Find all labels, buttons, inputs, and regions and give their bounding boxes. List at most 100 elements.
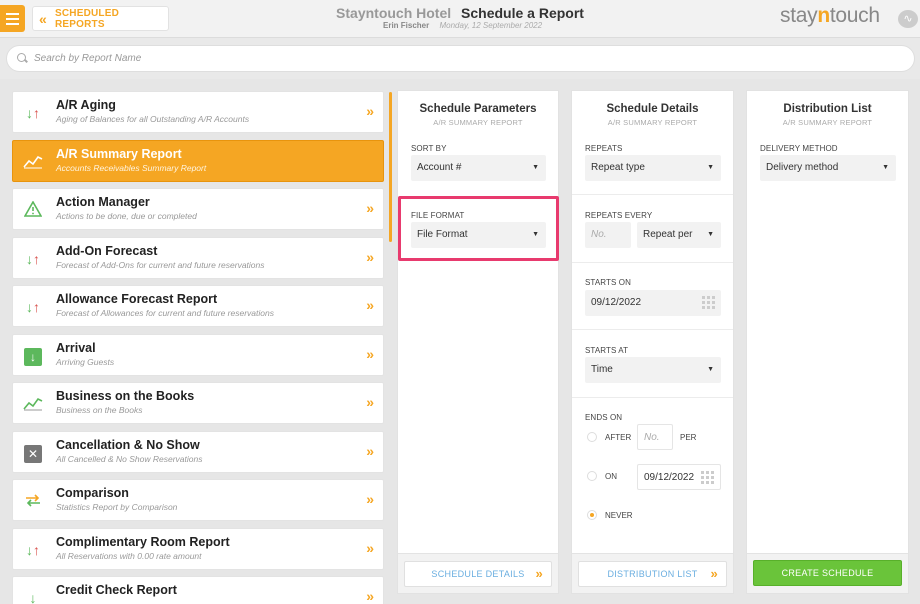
trend-chart-icon: [23, 153, 43, 171]
caret-down-icon: ▼: [707, 164, 714, 171]
double-chevron-right-icon: »: [366, 297, 374, 313]
ends-on-date-input[interactable]: 09/12/2022: [637, 464, 721, 490]
trend-chart-icon: [23, 395, 43, 413]
sort-by-select[interactable]: Account # ▼: [411, 155, 546, 181]
ends-per-label: PER: [680, 433, 697, 442]
report-name: Comparison: [56, 486, 129, 500]
repeats-every-number-input[interactable]: No.: [585, 222, 631, 248]
search-placeholder: Search by Report Name: [34, 53, 142, 64]
panel-footer: CREATE SCHEDULE: [747, 553, 908, 593]
ends-after-number-input[interactable]: No.: [637, 424, 673, 450]
report-name: A/R Summary Report: [56, 146, 182, 161]
arrival-icon: ↓: [23, 347, 43, 366]
business-date: Monday, 12 September 2022: [439, 21, 543, 30]
report-item[interactable]: ↓↑ A/R Aging Aging of Balances for all Out…: [12, 91, 384, 133]
repeats-per-select[interactable]: Repeat per ▼: [637, 222, 721, 248]
report-list[interactable]: ↓↑ A/R Aging Aging of Balances for all Out…: [12, 90, 385, 604]
calendar-icon: [701, 471, 714, 484]
schedule-details-label: SCHEDULE DETAILS: [431, 569, 525, 579]
panel-footer: DISTRIBUTION LIST »: [572, 553, 733, 593]
ends-on-radio[interactable]: [587, 471, 597, 481]
report-description: Arriving Guests: [56, 356, 115, 367]
ends-never-label: NEVER: [605, 511, 633, 520]
calendar-icon: [702, 296, 715, 309]
file-format-highlight: [398, 196, 559, 261]
ends-never-radio[interactable]: [587, 510, 597, 520]
delivery-method-label: DELIVERY METHOD: [760, 144, 838, 153]
panel-footer: SCHEDULE DETAILS »: [398, 553, 558, 593]
report-item[interactable]: ✕ Cancellation & No Show All Cancelled & N…: [12, 430, 384, 473]
starts-on-value: 09/12/2022: [591, 297, 642, 308]
caret-down-icon: ▼: [882, 164, 889, 171]
arrows-down-up-icon: ↓↑: [26, 541, 40, 558]
report-item[interactable]: Comparison Statistics Report by Compariso…: [12, 479, 384, 521]
panel-title: Distribution List: [783, 103, 872, 115]
search-input[interactable]: Search by Report Name: [6, 45, 915, 72]
repeats-label: REPEATS: [585, 144, 623, 153]
double-chevron-right-icon: »: [710, 566, 718, 581]
create-schedule-button[interactable]: CREATE SCHEDULE: [753, 560, 902, 586]
report-item[interactable]: A/R Summary Report Accounts Receivables S…: [12, 139, 384, 182]
caret-down-icon: ▼: [707, 366, 714, 373]
arrows-down-up-icon: ↓↑: [26, 250, 40, 267]
distribution-list-button[interactable]: DISTRIBUTION LIST »: [578, 561, 727, 587]
distribution-list-panel: Distribution List A/R SUMMARY REPORT DEL…: [746, 90, 909, 594]
user-name: Erin Fischer: [383, 21, 430, 30]
double-chevron-right-icon: »: [366, 394, 374, 410]
report-item[interactable]: ↓↑ Add-On Forecast Forecast of Add-Ons for…: [12, 236, 384, 279]
delivery-method-value: Delivery method: [766, 162, 839, 173]
divider: [572, 329, 733, 330]
report-list-scrollbar[interactable]: [389, 92, 392, 242]
app-header: « SCHEDULED REPORTS Stayntouch Hotel Sch…: [0, 0, 920, 38]
hotel-name: Stayntouch Hotel: [336, 5, 452, 21]
ends-after-radio[interactable]: [587, 432, 597, 442]
report-name: Complimentary Room Report: [56, 534, 230, 549]
report-description: Business on the Books: [56, 405, 143, 415]
double-chevron-right-icon: »: [366, 539, 374, 556]
panel-title: Schedule Parameters: [419, 103, 537, 115]
report-name: Arrival: [56, 340, 96, 355]
report-description: Aging of Balances for all Outstanding A/…: [56, 114, 250, 124]
arrows-down-up-icon: ↓↑: [26, 299, 40, 315]
report-name: Business on the Books: [56, 389, 195, 403]
report-item[interactable]: Business on the Books Business on the Boo…: [12, 382, 384, 424]
report-description: Forecast of Add-Ons for current and futu…: [56, 259, 265, 270]
credit-check-icon: ↓: [29, 590, 37, 604]
compare-icon: [23, 492, 43, 510]
sort-by-value: Account #: [417, 162, 462, 173]
report-name: Allowance Forecast Report: [56, 292, 218, 306]
search-icon: [17, 53, 28, 64]
report-item[interactable]: Action Manager Actions to be done, due or…: [12, 188, 384, 230]
repeats-every-label: REPEATS EVERY: [585, 211, 653, 220]
report-description: Accounts Receivables Summary Report: [56, 162, 207, 173]
panel-subtitle: A/R SUMMARY REPORT: [782, 118, 873, 127]
report-name: Credit Check Report: [56, 583, 177, 597]
cancel-icon: ✕: [23, 444, 43, 463]
double-chevron-right-icon: »: [366, 200, 374, 216]
report-item[interactable]: ↓ Arrival Arriving Guests »: [12, 333, 384, 376]
logo-mark-icon: ∿: [898, 10, 918, 28]
double-chevron-right-icon: »: [366, 248, 374, 265]
double-chevron-right-icon: »: [535, 566, 543, 581]
distribution-list-label: DISTRIBUTION LIST: [607, 569, 698, 579]
divider: [572, 194, 733, 195]
starts-on-date-input[interactable]: 09/12/2022: [585, 290, 721, 316]
report-item[interactable]: ↓↑ Complimentary Room Report All Reservati…: [12, 527, 384, 570]
schedule-details-button[interactable]: SCHEDULE DETAILS »: [404, 561, 552, 587]
repeats-select[interactable]: Repeat type ▼: [585, 155, 721, 181]
starts-at-select[interactable]: Time ▼: [585, 357, 721, 383]
double-chevron-right-icon: »: [366, 442, 374, 459]
schedule-details-panel: Schedule Details A/R SUMMARY REPORT REPE…: [571, 90, 734, 594]
arrows-down-up-icon: ↓↑: [26, 105, 40, 121]
user-info: Erin Fischer Monday, 12 September 2022: [383, 21, 542, 30]
report-description: Actions to be done, due or completed: [56, 211, 197, 221]
report-description: All Cancelled & No Show Reservations: [56, 453, 203, 464]
report-item[interactable]: ↓↑ Allowance Forecast Report Forecast of A…: [12, 285, 384, 327]
caret-down-icon: ▼: [707, 231, 714, 238]
delivery-method-select[interactable]: Delivery method ▼: [760, 155, 896, 181]
report-item[interactable]: ↓ Credit Check Report »: [12, 576, 384, 604]
panel-title: Schedule Details: [606, 103, 699, 115]
double-chevron-right-icon: »: [366, 345, 374, 362]
ends-on-radio-label: ON: [605, 472, 617, 481]
caret-down-icon: ▼: [532, 164, 539, 171]
